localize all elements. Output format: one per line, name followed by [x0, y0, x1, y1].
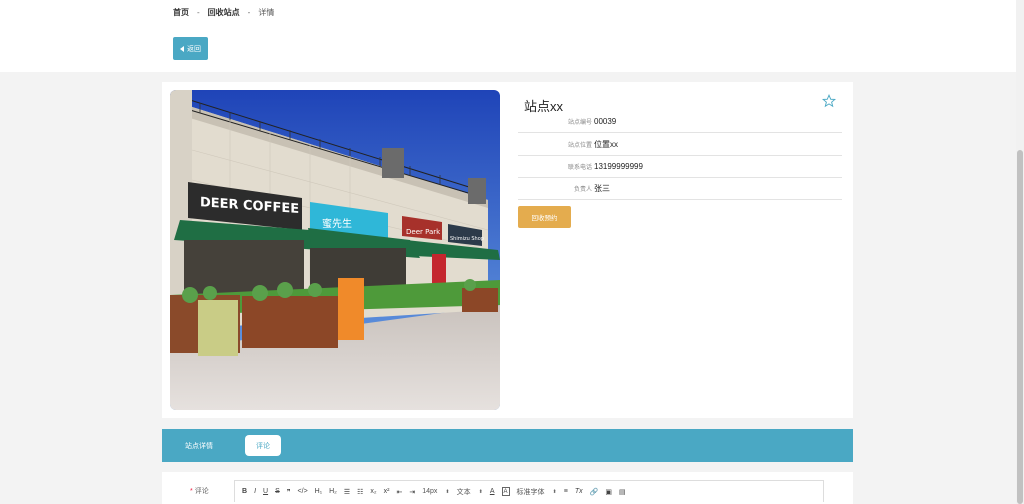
link-icon[interactable]: 🔗 [590, 485, 599, 499]
tab-bar: 站点详情 评论 [162, 429, 853, 462]
favorite-star-icon[interactable] [822, 94, 836, 108]
subscript-button[interactable]: x₂ [370, 485, 376, 499]
breadcrumb-separator: - [247, 8, 251, 17]
bullet-list-button[interactable]: ☷ [357, 485, 363, 499]
station-photo: DEER COFFEE 蜜先生 Deer Park Shimizu Shop [170, 90, 500, 410]
outdent-button[interactable]: ⇤ [396, 485, 402, 499]
scrollbar-thumb[interactable] [1017, 150, 1023, 504]
font-color-button[interactable]: A [490, 485, 495, 499]
field-row-phone: 联系电话 13199999999 [518, 156, 842, 178]
field-value: 位置xx [594, 140, 618, 149]
video-icon[interactable]: ▤ [619, 485, 626, 499]
top-bar: 首页 - 回收站点 - 详情 返回 [0, 0, 1016, 72]
blockquote-button[interactable]: ❞ [287, 485, 291, 499]
breadcrumb-section[interactable]: 回收站点 [208, 7, 240, 18]
breadcrumb-separator: - [197, 8, 200, 17]
field-label: 联系电话 [567, 165, 592, 171]
underline-button[interactable]: U [263, 485, 268, 499]
indent-button[interactable]: ⇥ [409, 485, 415, 499]
book-recycle-button[interactable]: 回收预约 [518, 206, 571, 228]
background-color-button[interactable]: A [501, 487, 510, 496]
field-value: 张三 [594, 184, 610, 193]
station-card: DEER COFFEE 蜜先生 Deer Park Shimizu Shop 站… [162, 82, 853, 418]
back-button[interactable]: 返回 [173, 37, 208, 60]
bold-button[interactable]: B [242, 485, 247, 499]
select-arrow-icon: ⬍ [478, 488, 483, 495]
field-label: 负责人 [573, 187, 592, 193]
select-arrow-icon: ⬍ [445, 488, 450, 495]
superscript-button[interactable]: x² [384, 485, 390, 499]
comment-editor-card: * 评论 B I U S ❞ </> H₁ H₂ ☰ ☷ x₂ x² ⇤ ⇥ 14… [162, 472, 853, 504]
field-label: 站点编号 [567, 120, 592, 126]
heading-1-button[interactable]: H₁ [315, 485, 322, 499]
field-value: 13199999999 [594, 162, 643, 171]
field-label: 站点位置 [567, 143, 592, 149]
tab-comments[interactable]: 评论 [245, 435, 281, 456]
field-value: 00039 [594, 117, 617, 126]
caret-left-icon [180, 45, 184, 52]
code-block-button[interactable]: </> [298, 485, 308, 499]
ordered-list-button[interactable]: ☰ [344, 485, 350, 499]
italic-button[interactable]: I [254, 485, 256, 499]
field-row-location: 站点位置 位置xx [518, 134, 842, 156]
sign-dark: Shimizu Shop [450, 236, 484, 242]
sign-blue: 蜜先生 [322, 217, 352, 230]
editor-toolbar: B I U S ❞ </> H₁ H₂ ☰ ☷ x₂ x² ⇤ ⇥ 14px ⬍ … [234, 480, 824, 502]
align-button[interactable]: ≡ [564, 485, 568, 499]
field-row-id: 站点编号 00039 [518, 111, 842, 133]
clear-format-button[interactable]: Tx [575, 485, 583, 499]
field-row-manager: 负责人 张三 [518, 178, 842, 200]
font-size-select[interactable]: 14px ⬍ [422, 485, 449, 499]
comment-label: * 评论 [190, 488, 209, 495]
back-button-label: 返回 [187, 45, 201, 53]
select-arrow-icon: ⬍ [552, 488, 557, 495]
sign-red: Deer Park [406, 228, 441, 236]
strikethrough-button[interactable]: S [275, 485, 280, 499]
station-detail: 站点xx 站点编号 00039 站点位置 位置xx 联系电话 131999999… [518, 82, 848, 418]
required-mark: * [190, 488, 193, 495]
heading-2-button[interactable]: H₂ [329, 485, 337, 499]
breadcrumb-home[interactable]: 首页 [173, 7, 189, 18]
breadcrumb: 首页 - 回收站点 - 详情 [173, 7, 274, 18]
tab-station-detail[interactable]: 站点详情 [170, 435, 228, 456]
page-scrollbar[interactable] [1016, 0, 1024, 504]
header-select[interactable]: 文本 ⬍ [457, 485, 483, 499]
breadcrumb-current: 详情 [258, 8, 275, 17]
image-icon[interactable]: ▣ [605, 485, 612, 499]
font-family-select[interactable]: 标准字体 ⬍ [517, 485, 557, 499]
